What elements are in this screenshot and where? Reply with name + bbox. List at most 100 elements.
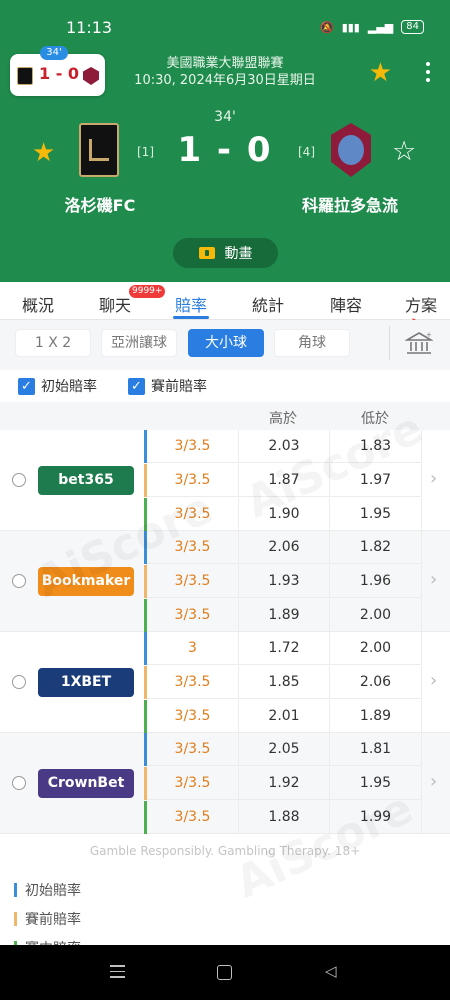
- over-odds-cell: 2.05: [238, 733, 330, 766]
- filter-over-under[interactable]: 大小球: [188, 329, 264, 357]
- table-header: 高於 低於: [0, 402, 450, 430]
- away-team-name[interactable]: 科羅拉多急流: [290, 192, 410, 216]
- tab-stats[interactable]: 統計: [252, 292, 284, 316]
- tab-plan-label: 方案: [405, 296, 438, 315]
- mini-score-card[interactable]: 34' 1 - 0: [10, 46, 105, 96]
- over-column-header: 高於: [269, 411, 297, 427]
- recent-apps-icon[interactable]: [110, 965, 125, 982]
- bookmaker-radio[interactable]: [12, 675, 26, 689]
- odds-row: 3/3.5 1.87 1.97: [144, 464, 422, 497]
- status-time: 11:13: [66, 18, 113, 37]
- match-minute: 34': [214, 109, 236, 125]
- over-odds-cell: 2.01: [238, 700, 330, 733]
- filter-divider: [389, 326, 390, 360]
- away-team-logo-icon: [83, 67, 99, 85]
- wifi-icon: ▂▄▆: [367, 20, 394, 34]
- league-name: 美國職業大聯盟聯賽: [166, 56, 284, 71]
- odds-row: 3/3.5 1.90 1.95: [144, 498, 422, 531]
- under-odds-cell: 2.06: [330, 666, 422, 699]
- under-odds-cell: 1.82: [330, 531, 422, 564]
- odds-row: 3/3.5 1.89 2.00: [144, 599, 422, 632]
- odds-row: 3/3.5 2.03 1.83: [144, 430, 422, 463]
- league-info: 美國職業大聯盟聯賽 10:30, 2024年6月30日星期日: [110, 55, 340, 89]
- mute-icon: 🔕: [320, 20, 334, 34]
- over-odds-cell: 1.87: [238, 464, 330, 497]
- tab-bar: 概況 聊天 9999+ 賠率 統計 陣容 方案🔥: [0, 282, 450, 335]
- bookmaker-radio[interactable]: [12, 473, 26, 487]
- filter-asian-handicap[interactable]: 亞洲讓球: [101, 329, 177, 357]
- checkbox-checked-icon: ✓: [18, 377, 35, 395]
- mini-minute: 34': [40, 46, 68, 60]
- handicap-cell: 3/3.5: [174, 607, 211, 623]
- more-menu-icon[interactable]: [426, 58, 430, 86]
- under-odds-cell: 2.00: [330, 599, 422, 632]
- odds-row: 3/3.5 2.05 1.81: [144, 733, 422, 766]
- odds-row: 3/3.5 1.88 1.99: [144, 801, 422, 834]
- animation-button[interactable]: 動畫: [173, 238, 278, 268]
- favorite-star-icon[interactable]: ★: [369, 58, 392, 88]
- under-odds-cell: 1.99: [330, 801, 422, 834]
- tab-overview[interactable]: 概況: [22, 292, 54, 316]
- handicap-cell: 3/3.5: [174, 809, 211, 825]
- tab-lineup[interactable]: 陣容: [330, 292, 362, 316]
- filter-corners[interactable]: 角球: [274, 329, 350, 357]
- handicap-cell: 3/3.5: [174, 472, 211, 488]
- bank-icon[interactable]: +: [405, 329, 433, 357]
- handicap-cell: 3/3.5: [174, 573, 211, 589]
- back-icon[interactable]: ◁: [325, 962, 337, 980]
- over-odds-cell: 2.06: [238, 531, 330, 564]
- odds-type-filter: 1 X 2 亞洲讓球 大小球 角球 +: [0, 320, 450, 370]
- bookmaker-logo: CrownBet: [38, 769, 134, 798]
- legend-label: 賽前賠率: [25, 911, 81, 928]
- tab-odds[interactable]: 賠率: [175, 292, 207, 316]
- away-rank: [4]: [298, 145, 315, 159]
- home-icon[interactable]: [217, 965, 232, 980]
- chevron-right-icon[interactable]: ›: [430, 569, 437, 590]
- bookmaker-group[interactable]: CrownBet 3/3.5 2.05 1.81 3/3.5 1.92 1.95 3/3.5 1…: [0, 733, 450, 834]
- svg-text:+: +: [426, 331, 432, 339]
- legend-label: 初始賠率: [25, 882, 81, 899]
- odds-row: 3/3.5 1.93 1.96: [144, 565, 422, 598]
- legend-item-initial: 初始賠率: [14, 875, 81, 904]
- prematch-odds-checkbox[interactable]: ✓ 賽前賠率: [128, 376, 207, 396]
- away-team-logo-icon[interactable]: [331, 123, 371, 177]
- handicap-cell: 3/3.5: [174, 438, 211, 454]
- tab-chat[interactable]: 聊天: [99, 292, 131, 316]
- home-team-name[interactable]: 洛杉磯FC: [40, 192, 160, 216]
- away-favorite-star-outline-icon[interactable]: ☆: [392, 136, 416, 167]
- handicap-cell: 3/3.5: [174, 674, 211, 690]
- match-datetime: 10:30, 2024年6月30日星期日: [134, 73, 316, 88]
- legend-color-bar: [14, 911, 17, 926]
- battery-icon: 84: [401, 20, 424, 34]
- chevron-right-icon[interactable]: ›: [430, 771, 437, 792]
- over-odds-cell: 2.03: [238, 430, 330, 463]
- under-odds-cell: 1.95: [330, 498, 422, 531]
- bookmaker-group[interactable]: 1XBET 3 1.72 2.00 3/3.5 1.85 2.06 3/3.5 2.01 1.89…: [0, 632, 450, 733]
- under-odds-cell: 1.81: [330, 733, 422, 766]
- chevron-right-icon[interactable]: ›: [430, 670, 437, 691]
- initial-odds-label: 初始賠率: [41, 379, 97, 395]
- handicap-cell: 3/3.5: [174, 539, 211, 555]
- bookmaker-group[interactable]: bet365 3/3.5 2.03 1.83 3/3.5 1.87 1.97 3/3.5 1.9…: [0, 430, 450, 531]
- bookmaker-group[interactable]: Bookmaker 3/3.5 2.06 1.82 3/3.5 1.93 1.96 3/3.5…: [0, 531, 450, 632]
- animation-icon: [198, 247, 215, 259]
- active-tab-indicator: [173, 316, 209, 319]
- chevron-right-icon[interactable]: ›: [430, 468, 437, 489]
- filter-1x2[interactable]: 1 X 2: [15, 329, 91, 357]
- handicap-cell: 3/3.5: [174, 506, 211, 522]
- home-rank: [1]: [137, 145, 154, 159]
- bookmaker-logo: 1XBET: [38, 668, 134, 697]
- under-odds-cell: 1.83: [330, 430, 422, 463]
- over-odds-cell: 1.72: [238, 632, 330, 665]
- odds-row: 3/3.5 2.01 1.89: [144, 700, 422, 733]
- odds-checkboxes: ✓ 初始賠率 ✓ 賽前賠率: [0, 370, 450, 402]
- home-team-logo-icon: [17, 67, 33, 85]
- home-favorite-star-icon[interactable]: ★: [32, 138, 55, 168]
- odds-row: 3/3.5 2.06 1.82: [144, 531, 422, 564]
- initial-odds-checkbox[interactable]: ✓ 初始賠率: [18, 376, 97, 396]
- home-team-logo-icon[interactable]: [79, 123, 119, 177]
- handicap-cell: 3/3.5: [174, 775, 211, 791]
- bookmaker-radio[interactable]: [12, 574, 26, 588]
- bookmaker-radio[interactable]: [12, 776, 26, 790]
- under-odds-cell: 1.89: [330, 700, 422, 733]
